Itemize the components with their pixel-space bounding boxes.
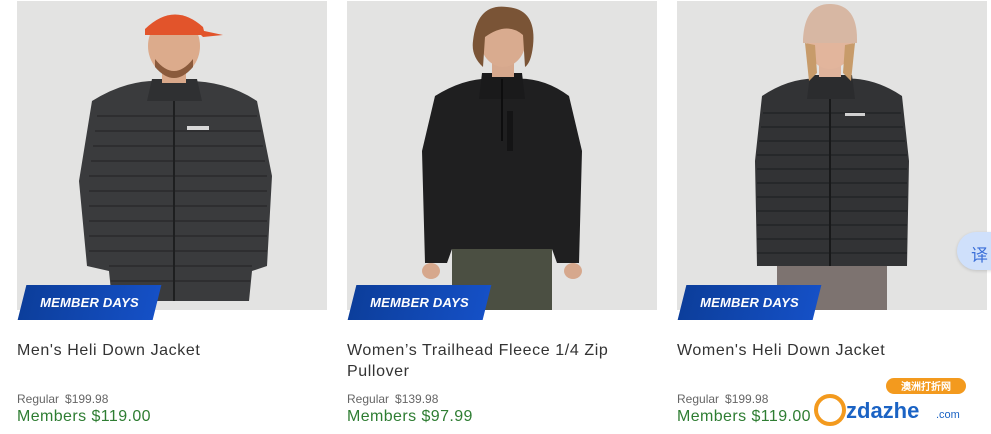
- badge-label: MEMBER DAYS: [700, 295, 799, 310]
- members-price-value: $119.00: [91, 408, 151, 425]
- man-jacket-illustration: [79, 14, 272, 301]
- regular-price-value: $139.98: [395, 392, 439, 406]
- regular-price: Regular $199.98: [677, 392, 768, 406]
- badge-label: MEMBER DAYS: [40, 295, 139, 310]
- svg-text:.com: .com: [936, 409, 960, 421]
- product-title[interactable]: Men's Heli Down Jacket: [17, 340, 317, 361]
- woman-fleece-illustration: [422, 6, 582, 310]
- members-price: Members $119.00: [17, 408, 151, 426]
- members-price: Members $119.00: [677, 408, 811, 426]
- product-card[interactable]: MEMBER DAYS Women’s Trailhead Fleece 1/4…: [347, 0, 657, 434]
- product-card[interactable]: MEMBER DAYS Women's Heli Down Jacket Reg…: [677, 0, 987, 434]
- product-grid: MEMBER DAYS Men's Heli Down Jacket Regul…: [0, 0, 991, 434]
- members-price-label: Members: [17, 408, 87, 425]
- regular-price-value: $199.98: [725, 392, 769, 406]
- translate-icon: 译: [971, 246, 988, 266]
- member-days-badge[interactable]: MEMBER DAYS: [17, 285, 162, 320]
- product-title[interactable]: Women's Heli Down Jacket: [677, 340, 977, 361]
- translate-button[interactable]: 译: [957, 232, 991, 270]
- product-image[interactable]: [677, 1, 987, 310]
- ozdazhe-watermark-logo: 澳洲打折网 zdazhe .com: [808, 378, 988, 430]
- members-price-value: $97.99: [421, 408, 473, 425]
- regular-price-label: Regular: [17, 392, 60, 406]
- woman-jacket-illustration: [755, 3, 909, 310]
- members-price-value: $119.00: [751, 408, 811, 425]
- product-title[interactable]: Women’s Trailhead Fleece 1/4 Zip Pullove…: [347, 340, 647, 382]
- product-image[interactable]: [17, 1, 327, 310]
- svg-text:zdazhe: zdazhe: [846, 398, 919, 423]
- regular-price-value: $199.98: [65, 392, 109, 406]
- badge-label: MEMBER DAYS: [370, 295, 469, 310]
- regular-price-label: Regular: [677, 392, 720, 406]
- members-price: Members $97.99: [347, 408, 473, 426]
- regular-price: Regular $199.98: [17, 392, 108, 406]
- svg-text:澳洲打折网: 澳洲打折网: [901, 380, 951, 393]
- member-days-badge[interactable]: MEMBER DAYS: [677, 285, 822, 320]
- members-price-label: Members: [677, 408, 747, 425]
- product-image[interactable]: [347, 1, 657, 310]
- regular-price-label: Regular: [347, 392, 390, 406]
- regular-price: Regular $139.98: [347, 392, 438, 406]
- product-card[interactable]: MEMBER DAYS Men's Heli Down Jacket Regul…: [17, 0, 327, 434]
- members-price-label: Members: [347, 408, 417, 425]
- member-days-badge[interactable]: MEMBER DAYS: [347, 285, 492, 320]
